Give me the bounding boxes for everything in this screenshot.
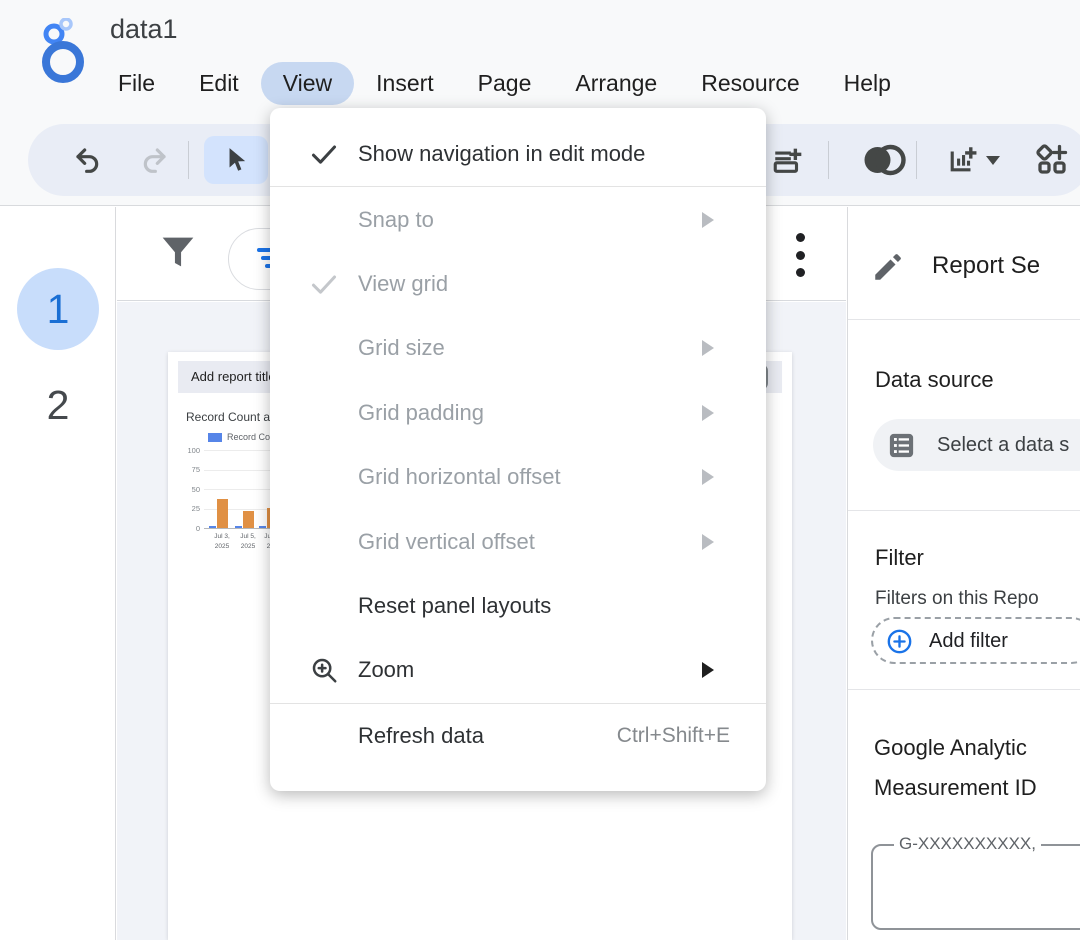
data-source-heading: Data source [875, 367, 994, 393]
menu-item-snap-to: Snap to [270, 187, 766, 251]
menu-item-view-grid: View grid [270, 252, 766, 316]
undo-icon[interactable] [70, 142, 106, 178]
select-tool-button[interactable] [204, 136, 268, 184]
add-control-caret-icon[interactable] [1076, 142, 1080, 178]
submenu-arrow-icon [702, 405, 714, 421]
looker-studio-app: data1 File Edit View Insert Page Arrange… [0, 0, 1080, 940]
bar-series2 [217, 499, 228, 528]
menu-file[interactable]: File [96, 62, 177, 105]
add-filter-label: Add filter [929, 619, 1008, 663]
page-thumb-2[interactable]: 2 [17, 375, 99, 435]
data-source-icon [886, 430, 917, 461]
chart-plot-area: 0255075100Jul 3, 2025Jul 5, 2025Jul 6, 2… [204, 450, 276, 528]
gridline [204, 489, 276, 490]
panel-header: Report Se [848, 207, 1080, 320]
add-chart-caret-icon[interactable] [982, 142, 1004, 178]
menu-item-grid-padding: Grid padding [270, 381, 766, 445]
submenu-arrow-icon [702, 212, 714, 228]
panel-divider [848, 689, 1080, 690]
filter-funnel-icon[interactable] [155, 229, 201, 277]
bar-record-count [235, 526, 242, 528]
menu-item-reset-panel-layouts[interactable]: Reset panel layouts [270, 574, 766, 638]
toolbar-divider [188, 141, 189, 179]
ga-heading-line2: Measurement ID [874, 775, 1037, 801]
menu-item-grid-size: Grid size [270, 316, 766, 380]
y-axis-tick: 50 [180, 485, 200, 494]
menu-help[interactable]: Help [822, 62, 913, 105]
bar-series2 [243, 511, 254, 528]
gridline [204, 450, 276, 451]
submenu-arrow-icon [702, 662, 714, 678]
menu-item-refresh-data[interactable]: Refresh data Ctrl+Shift+E [270, 704, 766, 768]
menubar: File Edit View Insert Page Arrange Resou… [96, 60, 913, 106]
menu-item-zoom[interactable]: Zoom [270, 638, 766, 702]
toolbar-divider [916, 141, 917, 179]
menu-item-show-navigation[interactable]: Show navigation in edit mode [270, 122, 766, 186]
cursor-icon [223, 146, 249, 174]
add-filter-button[interactable]: Add filter [871, 617, 1080, 664]
submenu-arrow-icon [702, 340, 714, 356]
submenu-arrow-icon [702, 534, 714, 550]
menu-item-grid-vertical-offset: Grid vertical offset [270, 509, 766, 573]
more-options-icon[interactable] [785, 233, 815, 277]
menu-insert[interactable]: Insert [354, 62, 456, 105]
submenu-arrow-icon [702, 469, 714, 485]
page-navigation: 1 2 [0, 207, 116, 940]
filter-heading: Filter [875, 545, 924, 571]
page-thumb-1[interactable]: 1 [17, 268, 99, 350]
plus-circle-icon [886, 628, 913, 655]
y-axis-tick: 75 [180, 465, 200, 474]
select-data-source-label: Select a data s [937, 419, 1069, 471]
document-title[interactable]: data1 [110, 14, 178, 45]
ga-heading-line1: Google Analytic [874, 735, 1027, 761]
y-axis-tick: 0 [180, 524, 200, 533]
gridline [204, 509, 276, 510]
blend-data-icon[interactable] [854, 142, 914, 178]
panel-title: Report Se [932, 252, 1040, 280]
looker-studio-logo-icon[interactable] [30, 18, 90, 84]
panel-divider [848, 510, 1080, 511]
checkmark-icon [300, 142, 348, 166]
menu-page[interactable]: Page [456, 62, 554, 105]
filter-subheading: Filters on this Repo [875, 588, 1039, 610]
select-data-source-button[interactable]: Select a data s [873, 419, 1080, 471]
toolbar-divider [828, 141, 829, 179]
menu-edit[interactable]: Edit [177, 62, 261, 105]
y-axis-tick: 100 [180, 446, 200, 455]
bar-record-count [209, 526, 216, 528]
add-data-icon[interactable] [770, 142, 806, 178]
menu-view[interactable]: View [261, 62, 354, 105]
redo-icon[interactable] [136, 142, 172, 178]
menu-arrange[interactable]: Arrange [553, 62, 679, 105]
add-chart-icon[interactable] [944, 142, 980, 178]
y-axis-tick: 25 [180, 504, 200, 513]
menu-item-grid-horizontal-offset: Grid horizontal offset [270, 445, 766, 509]
pencil-icon [871, 250, 905, 284]
ga-field-label: G-XXXXXXXXXX, [894, 834, 1041, 854]
view-menu-dropdown: Show navigation in edit mode Snap to Vie… [270, 108, 766, 791]
keyboard-shortcut: Ctrl+Shift+E [617, 724, 730, 748]
ga-measurement-id-field[interactable] [871, 844, 1080, 930]
report-settings-panel: Report Se Data source Select a data s Fi… [847, 207, 1080, 940]
menu-resource[interactable]: Resource [679, 62, 821, 105]
bar-record-count [259, 526, 266, 528]
legend-swatch-blue [208, 433, 222, 442]
add-control-icon[interactable] [1034, 142, 1070, 178]
gridline [204, 470, 276, 471]
gridline [204, 528, 276, 529]
checkmark-icon [300, 272, 348, 296]
zoom-in-icon [300, 655, 348, 685]
